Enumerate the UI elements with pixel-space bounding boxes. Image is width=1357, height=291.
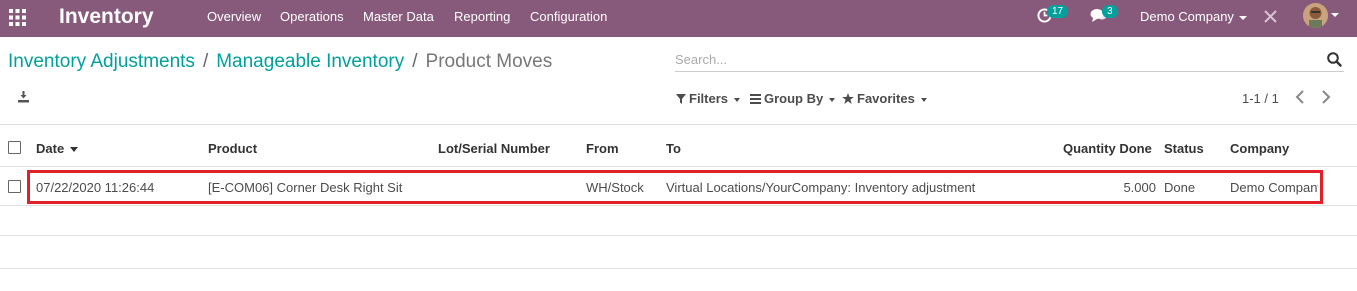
activity-badge: 17	[1047, 5, 1069, 18]
column-header-lot-serial[interactable]: Lot/Serial Number	[438, 141, 550, 156]
column-header-status[interactable]: Status	[1164, 141, 1204, 156]
app-title[interactable]: Inventory	[59, 5, 154, 29]
breadcrumb-manageable-inventory[interactable]: Manageable Inventory	[216, 51, 404, 72]
user-menu-chevron-icon[interactable]	[1331, 13, 1339, 17]
chevron-down-icon	[734, 97, 741, 102]
search-icon[interactable]	[1327, 52, 1342, 70]
divider	[0, 124, 1357, 125]
group-by-button[interactable]: Group By	[750, 91, 836, 106]
pager-value[interactable]: 1-1 / 1	[1242, 91, 1279, 106]
filters-label: Filters	[689, 91, 729, 106]
row-divider	[0, 166, 1357, 167]
column-header-from[interactable]: From	[586, 141, 619, 156]
bug-icon[interactable]	[1264, 10, 1277, 26]
favorites-label: Favorites	[857, 91, 915, 106]
column-header-quantity-done[interactable]: Quantity Done	[1063, 141, 1152, 156]
highlight-box	[27, 170, 1323, 204]
list-icon	[750, 94, 761, 104]
menu-reporting[interactable]: Reporting	[454, 9, 510, 24]
column-header-company[interactable]: Company	[1230, 141, 1289, 156]
chevron-left-icon[interactable]	[1294, 89, 1308, 105]
group-by-label: Group By	[764, 91, 824, 106]
filter-icon	[676, 94, 686, 104]
filters-button[interactable]: Filters	[676, 91, 741, 106]
row-checkbox[interactable]	[8, 180, 21, 193]
menu-master-data[interactable]: Master Data	[363, 9, 434, 24]
download-icon[interactable]	[17, 90, 30, 106]
menu-configuration[interactable]: Configuration	[530, 9, 607, 24]
breadcrumb-separator: /	[412, 51, 418, 72]
chevron-down-icon	[829, 97, 836, 102]
column-header-date[interactable]: Date	[36, 141, 79, 156]
star-icon	[842, 93, 854, 104]
breadcrumb-separator: /	[202, 51, 209, 72]
company-name: Demo Company	[1140, 9, 1234, 24]
company-switcher[interactable]: Demo Company	[1140, 9, 1247, 24]
breadcrumb: Inventory Adjustments / Manageable Invento…	[8, 51, 552, 73]
menu-overview[interactable]: Overview	[207, 9, 261, 24]
menu-operations[interactable]: Operations	[280, 9, 344, 24]
chevron-right-icon[interactable]	[1320, 89, 1334, 105]
column-header-to[interactable]: To	[666, 141, 681, 156]
row-divider	[0, 235, 1357, 236]
avatar[interactable]	[1303, 3, 1328, 28]
search-bar	[675, 49, 1344, 72]
row-divider	[0, 205, 1357, 206]
messages-badge: 3	[1102, 5, 1118, 18]
row-divider	[0, 268, 1357, 269]
sort-desc-icon	[70, 147, 79, 153]
chevron-down-icon	[1238, 15, 1247, 20]
chevron-down-icon	[920, 97, 927, 102]
search-input[interactable]	[675, 49, 1315, 70]
apps-grid-icon[interactable]	[9, 9, 26, 26]
column-header-label: Date	[36, 141, 65, 156]
breadcrumb-current: Product Moves	[425, 51, 553, 72]
top-navbar: Inventory Overview Operations Master Dat…	[0, 0, 1357, 37]
column-header-product[interactable]: Product	[208, 141, 257, 156]
favorites-button[interactable]: Favorites	[842, 91, 927, 106]
select-all-checkbox[interactable]	[8, 141, 21, 154]
breadcrumb-inventory-adjustments[interactable]: Inventory Adjustments	[8, 51, 195, 72]
